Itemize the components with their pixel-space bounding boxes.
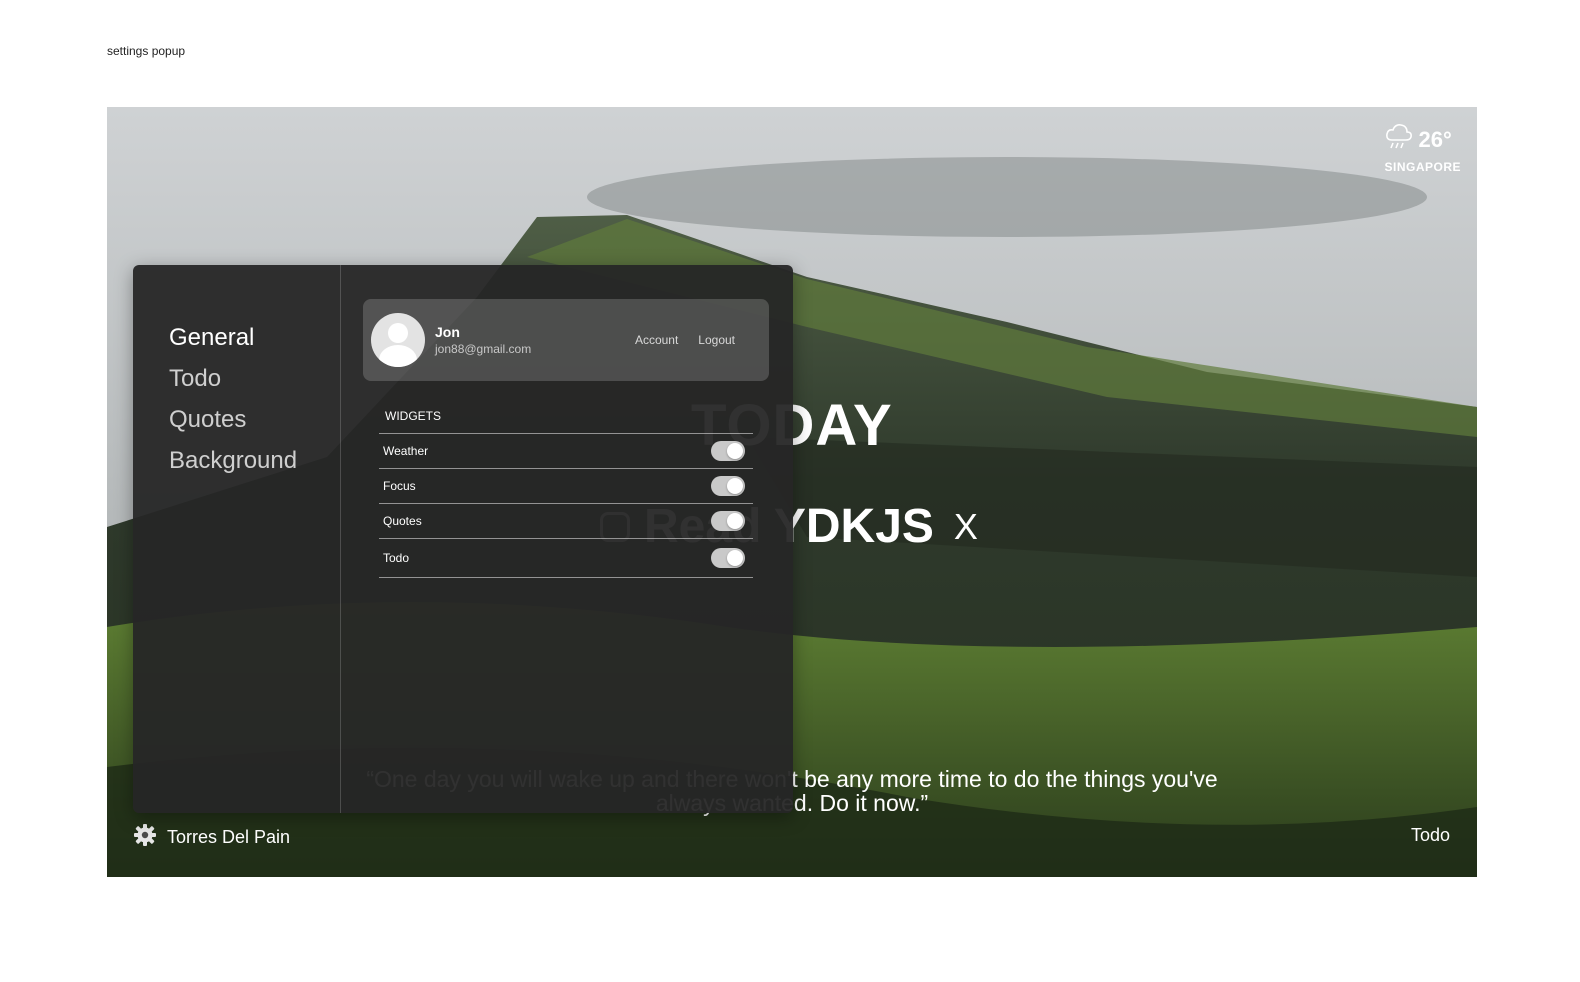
background-location: Torres Del Pain	[167, 827, 291, 847]
gear-icon[interactable]	[133, 823, 157, 852]
widget-row-todo: Todo	[379, 539, 753, 578]
weather-toggle[interactable]	[711, 441, 745, 461]
profile-email: jon88@gmail.com	[435, 342, 532, 356]
logout-link[interactable]: Logout	[698, 333, 735, 347]
avatar	[371, 313, 425, 367]
settings-nav-todo[interactable]: Todo	[133, 358, 340, 399]
profile-card: Jon jon88@gmail.com Account Logout	[363, 299, 769, 381]
focus-todo-remove-button[interactable]: X	[954, 506, 978, 548]
widgets-section: WIDGETS Weather Focus Quotes Todo	[379, 403, 753, 578]
background-info: Torres Del Pain	[133, 823, 290, 852]
widget-label: Quotes	[383, 514, 422, 528]
widget-row-weather: Weather	[379, 434, 753, 469]
widget-label: Focus	[383, 479, 416, 493]
widget-label: Todo	[383, 551, 410, 565]
focus-toggle[interactable]	[711, 476, 745, 496]
widget-label: Weather	[383, 444, 429, 458]
weather-temperature: 26°	[1418, 126, 1452, 152]
settings-nav-background[interactable]: Background	[133, 440, 340, 481]
todo-toggle[interactable]	[711, 548, 745, 568]
rain-cloud-icon	[1384, 123, 1414, 156]
settings-nav: General Todo Quotes Background	[133, 265, 341, 813]
settings-nav-quotes[interactable]: Quotes	[133, 399, 340, 440]
todo-link[interactable]: Todo	[1411, 825, 1450, 846]
settings-content: Jon jon88@gmail.com Account Logout WIDGE…	[341, 265, 793, 813]
widget-row-focus: Focus	[379, 469, 753, 504]
dashboard-background: 26° SINGAPORE TODAY Read YDKJS X “One da…	[107, 107, 1477, 877]
settings-popup: General Todo Quotes Background Jon jon88…	[133, 265, 793, 813]
account-link[interactable]: Account	[635, 333, 678, 347]
weather-city: SINGAPORE	[1384, 160, 1461, 174]
widget-row-quotes: Quotes	[379, 504, 753, 539]
widgets-header: WIDGETS	[379, 403, 753, 434]
quotes-toggle[interactable]	[711, 511, 745, 531]
frame-caption: settings popup	[107, 44, 186, 58]
settings-nav-general[interactable]: General	[133, 317, 340, 358]
weather-widget[interactable]: 26° SINGAPORE	[1384, 123, 1461, 174]
profile-name: Jon	[435, 324, 460, 340]
